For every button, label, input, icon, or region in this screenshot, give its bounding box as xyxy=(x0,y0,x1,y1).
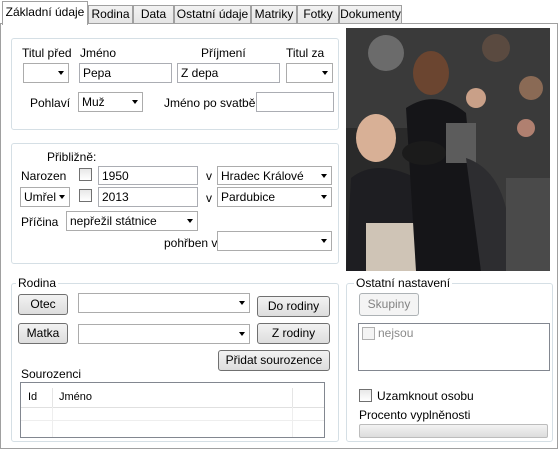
grid-col-line xyxy=(52,407,53,437)
pricina-combo[interactable]: nepřežil státnice xyxy=(66,211,198,231)
jmeno-label: Jméno xyxy=(80,46,117,60)
narozen-year-field[interactable]: 1950 xyxy=(98,166,198,185)
skupiny-button[interactable]: Skupiny xyxy=(359,293,419,316)
other-settings-title: Ostatní nastavení xyxy=(354,276,453,290)
otec-button[interactable]: Otec xyxy=(18,294,68,315)
sourozenci-grid-header: Id Jméno xyxy=(21,388,324,408)
priblizne-label: Přibližně: xyxy=(47,150,97,164)
matka-button[interactable]: Matka xyxy=(18,323,68,344)
umrel-year-field[interactable]: 2013 xyxy=(98,187,198,207)
nejsou-checkbox[interactable] xyxy=(362,327,375,340)
titul-za-combo[interactable] xyxy=(286,63,333,83)
chevron-down-icon xyxy=(321,174,327,178)
tab-data[interactable]: Data xyxy=(133,5,174,24)
grid-col-line xyxy=(292,407,293,437)
tab-fotky[interactable]: Fotky xyxy=(297,5,339,24)
procento-label: Procento vyplněnosti xyxy=(359,408,471,422)
pohlavi-combo[interactable]: Muž xyxy=(78,92,143,112)
titul-za-label: Titul za xyxy=(286,46,325,60)
z-rodiny-button[interactable]: Z rodiny xyxy=(257,323,330,344)
chevron-down-icon xyxy=(239,301,245,305)
chevron-down-icon xyxy=(239,332,245,336)
chevron-down-icon xyxy=(132,100,138,104)
nejsou-label: nejsou xyxy=(378,326,414,340)
tab-ostatni-udaje[interactable]: Ostatní údaje xyxy=(174,5,251,24)
procento-progress-bar xyxy=(359,424,548,438)
matka-combo[interactable] xyxy=(78,324,250,344)
pridat-sourozence-button[interactable]: Přidat sourozence xyxy=(218,350,330,371)
tab-dokumenty[interactable]: Dokumenty xyxy=(339,5,402,24)
uzamknout-checkbox[interactable] xyxy=(359,389,372,402)
pricina-label: Příčina xyxy=(21,215,59,229)
column-id[interactable]: Id xyxy=(28,391,37,403)
chevron-down-icon xyxy=(321,195,327,199)
umrel-place-combo[interactable]: Pardubice xyxy=(217,187,332,207)
umrel-v-label: v xyxy=(206,191,212,205)
umrel-priblizne-checkbox[interactable] xyxy=(79,189,92,202)
uzamknout-label: Uzamknout osobu xyxy=(377,389,474,403)
jmeno-po-svatbe-field[interactable] xyxy=(256,92,334,112)
narozen-priblizne-checkbox[interactable] xyxy=(79,168,92,181)
tab-matriky[interactable]: Matriky xyxy=(251,5,297,24)
narozen-label: Narozen xyxy=(21,169,67,183)
prijmeni-label: Příjmení xyxy=(201,46,246,60)
chevron-down-icon xyxy=(322,71,328,75)
chevron-down-icon xyxy=(321,239,327,243)
column-jmeno[interactable]: Jméno xyxy=(59,391,92,403)
titul-pred-combo[interactable] xyxy=(23,63,69,83)
jmeno-po-svatbe-label: Jméno po svatbě xyxy=(164,96,256,110)
chevron-down-icon xyxy=(58,71,64,75)
tab-rodina[interactable]: Rodina xyxy=(88,5,133,24)
narozen-place-combo[interactable]: Hradec Králové xyxy=(217,166,332,185)
chevron-down-icon xyxy=(187,219,193,223)
jmeno-field[interactable]: Pepa xyxy=(79,63,172,83)
pohrben-label: pohřben v xyxy=(164,236,218,250)
person-photo xyxy=(346,28,550,271)
umrel-combo[interactable]: Umřel xyxy=(20,187,70,207)
prijmeni-field[interactable]: Z depa xyxy=(177,63,280,83)
column-divider xyxy=(292,388,293,407)
column-divider xyxy=(52,388,53,407)
titul-pred-label: Titul před xyxy=(22,46,72,60)
grid-row-line xyxy=(21,420,324,421)
otec-combo[interactable] xyxy=(78,293,250,313)
sourozenci-label: Sourozenci xyxy=(21,367,82,381)
tab-strip: Základní údaje Rodina Data Ostatní údaje… xyxy=(0,0,558,25)
do-rodiny-button[interactable]: Do rodiny xyxy=(257,296,330,317)
family-group-title: Rodina xyxy=(16,276,59,290)
pohrben-combo[interactable] xyxy=(217,231,332,251)
narozen-v-label: v xyxy=(206,169,212,183)
pohlavi-label: Pohlaví xyxy=(30,96,71,110)
chevron-down-icon xyxy=(59,195,65,199)
tab-zakladni-udaje[interactable]: Základní údaje xyxy=(2,1,88,25)
